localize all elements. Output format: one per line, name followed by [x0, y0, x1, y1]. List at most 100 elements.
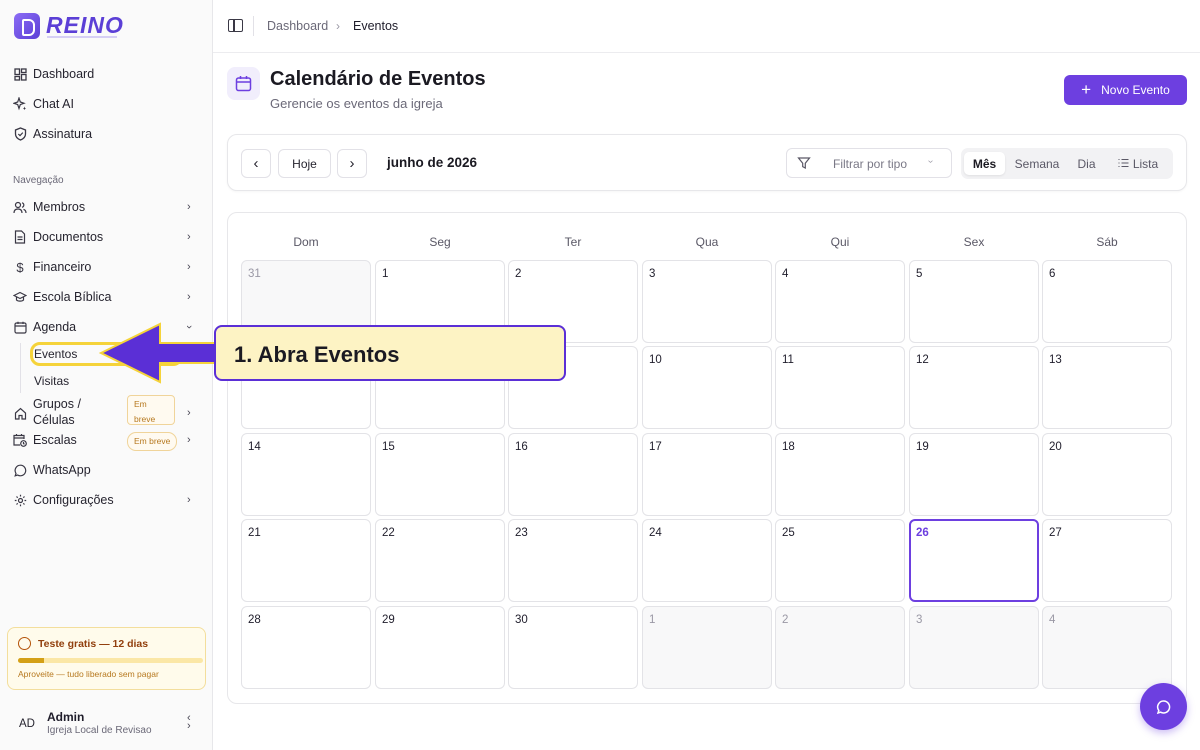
day-number: 3 [649, 268, 656, 280]
current-month: junho de 2026 [387, 155, 478, 170]
sidebar-item-dashboard[interactable]: Dashboard [0, 60, 212, 88]
calendar-day[interactable]: 18 [775, 433, 905, 516]
logo-tagline [47, 36, 117, 38]
calendar-day[interactable]: 27 [1042, 519, 1172, 602]
page-subtitle: Gerencie os eventos da igreja [270, 96, 443, 111]
event-type-filter[interactable]: Filtrar por tipo › [786, 148, 952, 178]
calendar-icon [227, 67, 260, 100]
calendar-day[interactable]: 10 [642, 346, 772, 429]
instruction-callout: 1. Abra Eventos [214, 325, 566, 381]
view-month[interactable]: Mês [964, 152, 1005, 175]
brand-logo[interactable]: REINO [14, 12, 124, 39]
grupos-label: Grupos / [33, 397, 81, 411]
calendar-day[interactable]: 19 [909, 433, 1039, 516]
calendar-day[interactable]: 1 [642, 606, 772, 689]
shield-icon [13, 127, 27, 141]
breadcrumb-dashboard[interactable]: Dashboard [267, 19, 328, 33]
calendar-day[interactable]: 6 [1042, 260, 1172, 343]
calendar-day[interactable]: 30 [508, 606, 638, 689]
dollar-icon: $ [16, 259, 24, 275]
next-month-button[interactable]: › [337, 149, 367, 178]
section-label: Navegação [13, 175, 64, 186]
toggle-sidebar-icon[interactable] [228, 19, 243, 32]
gear-icon [13, 493, 27, 507]
chevron-right-icon: › [349, 155, 355, 172]
calendar-day[interactable]: 3 [909, 606, 1039, 689]
day-number: 13 [1049, 354, 1062, 366]
sidebar-item-documentos[interactable]: Documentos › [0, 223, 212, 251]
sidebar-item-grupos-celulas[interactable]: Grupos / Células Em breve › [0, 395, 212, 430]
calendar-day[interactable]: 14 [241, 433, 371, 516]
user-menu[interactable]: AD Admin Igreja Local de Revisao ‹ › [0, 700, 212, 750]
topbar: Dashboard › Eventos [213, 0, 1200, 53]
day-number: 20 [1049, 441, 1062, 453]
chat-support-button[interactable] [1140, 683, 1187, 730]
chat-bubble-icon [1156, 699, 1170, 714]
sidebar-item-label: Membros [33, 200, 86, 214]
trial-progress-bar [18, 658, 203, 663]
sidebar-item-label: Grupos / Células [33, 396, 81, 428]
calendar-day[interactable]: 21 [241, 519, 371, 602]
day-number: 10 [649, 354, 662, 366]
day-number: 16 [515, 441, 528, 453]
trial-progress-fill [18, 658, 44, 663]
day-number: 6 [1049, 268, 1056, 280]
clock-icon [18, 637, 31, 650]
sidebar-item-whatsapp[interactable]: WhatsApp [0, 456, 212, 484]
celulas-label: Células [33, 413, 75, 427]
day-number: 5 [916, 268, 923, 280]
day-number: 21 [248, 527, 261, 539]
new-event-button[interactable]: + Novo Evento [1064, 75, 1187, 105]
view-list[interactable]: Lista [1110, 152, 1166, 175]
sidebar-item-assinatura[interactable]: Assinatura [0, 120, 212, 148]
view-day[interactable]: Dia [1069, 152, 1104, 175]
today-button[interactable]: Hoje [278, 149, 331, 178]
calendar-day[interactable]: 15 [375, 433, 505, 516]
calendar-day[interactable]: 22 [375, 519, 505, 602]
calendar-day[interactable]: 4 [1042, 606, 1172, 689]
day-number: 24 [649, 527, 662, 539]
calendar-day[interactable]: 3 [642, 260, 772, 343]
day-number: 22 [382, 527, 395, 539]
file-icon [13, 230, 27, 244]
calendar-day[interactable]: 17 [642, 433, 772, 516]
day-number: 15 [382, 441, 395, 453]
chevron-right-icon: › [187, 201, 191, 213]
day-number: 2 [515, 268, 522, 280]
coming-soon-badge: Em breve [127, 395, 175, 425]
sidebar-item-configuracoes[interactable]: Configurações › [0, 486, 212, 514]
calendar-day[interactable]: 13 [1042, 346, 1172, 429]
calendar-day-today[interactable]: 26 [909, 519, 1039, 602]
calendar-day[interactable]: 11 [775, 346, 905, 429]
pointer-arrow-icon [98, 322, 217, 384]
sidebar-item-escalas[interactable]: Escalas Em breve › [0, 426, 212, 454]
calendar-day[interactable]: 23 [508, 519, 638, 602]
sidebar-item-escola-biblica[interactable]: Escola Bíblica › [0, 283, 212, 311]
sidebar-item-financeiro[interactable]: $ Financeiro › [0, 253, 212, 281]
calendar-day[interactable]: 20 [1042, 433, 1172, 516]
calendar-day[interactable]: 12 [909, 346, 1039, 429]
page-title: Calendário de Eventos [270, 68, 486, 90]
calendar-day[interactable]: 24 [642, 519, 772, 602]
user-org: Igreja Local de Revisao [47, 725, 152, 736]
calendar-day[interactable]: 2 [775, 606, 905, 689]
calendar-day[interactable]: 16 [508, 433, 638, 516]
plus-icon: + [1081, 80, 1092, 99]
sidebar-item-label: Documentos [33, 230, 104, 244]
calendar-day[interactable]: 5 [909, 260, 1039, 343]
calendar-day[interactable]: 25 [775, 519, 905, 602]
trial-banner[interactable]: Teste gratis — 12 dias Aproveite — tudo … [7, 627, 206, 690]
day-number: 29 [382, 614, 395, 626]
prev-month-button[interactable]: ‹ [241, 149, 271, 178]
sidebar-item-membros[interactable]: Membros › [0, 193, 212, 221]
calendar-day[interactable]: 4 [775, 260, 905, 343]
sidebar-subitem-visitas[interactable]: Visitas [34, 374, 69, 388]
calendar-day[interactable]: 28 [241, 606, 371, 689]
calendar-icon [13, 320, 27, 334]
calendar-day[interactable]: 29 [375, 606, 505, 689]
sidebar-item-chat-ai[interactable]: Chat AI [0, 90, 212, 118]
divider [253, 16, 254, 36]
view-week[interactable]: Semana [1009, 152, 1065, 175]
breadcrumb-eventos: Eventos [353, 19, 399, 33]
chevron-right-icon: › [187, 434, 191, 446]
